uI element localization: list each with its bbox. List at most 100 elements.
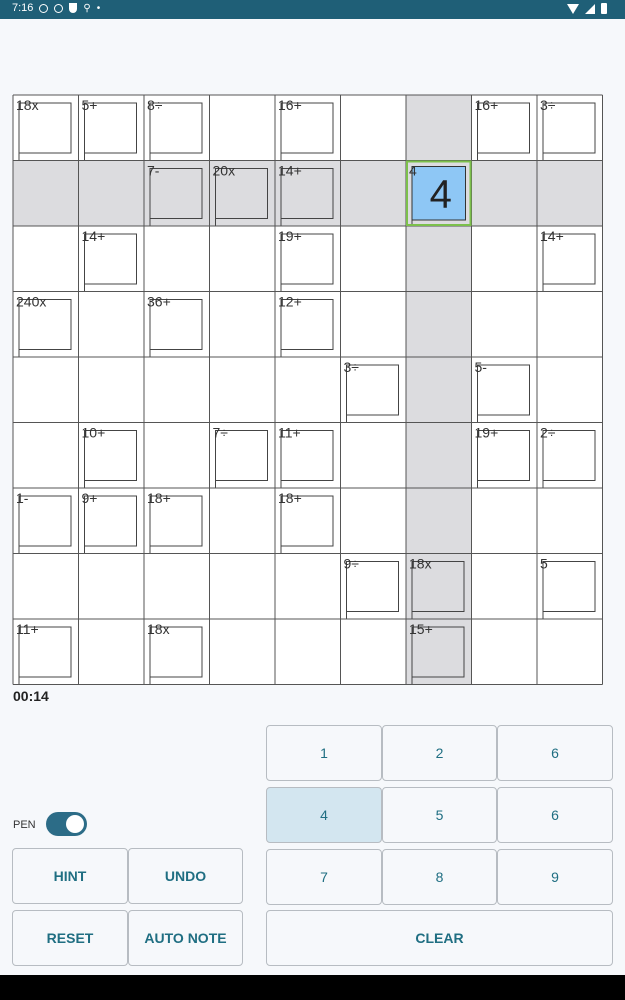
grid-cell[interactable] <box>144 554 210 620</box>
grid-cell[interactable] <box>406 357 472 423</box>
cage-label: 3÷ <box>344 359 360 375</box>
grid-cell[interactable] <box>210 619 276 685</box>
grid-cell[interactable] <box>210 488 276 554</box>
number-button[interactable]: 9 <box>497 849 613 905</box>
grid-cell[interactable] <box>472 226 538 292</box>
grid-cell[interactable] <box>341 226 407 292</box>
cage-label: 11+ <box>278 425 301 441</box>
undo-button[interactable]: UNDO <box>128 848 243 904</box>
cage-label: 5 <box>540 556 548 572</box>
grid-cell[interactable] <box>13 357 79 423</box>
grid-cell[interactable] <box>144 226 210 292</box>
grid-cell[interactable] <box>13 554 79 620</box>
cell-value: 4 <box>430 172 452 216</box>
grid-cell[interactable] <box>13 423 79 489</box>
cage-label: 4 <box>409 163 417 179</box>
grid-cell[interactable] <box>341 423 407 489</box>
grid-cell[interactable] <box>472 488 538 554</box>
toggle-knob <box>66 815 84 833</box>
cage-label: 19+ <box>475 425 499 441</box>
cage-label: 36+ <box>147 294 171 310</box>
grid-cell[interactable] <box>79 161 145 227</box>
grid-cell[interactable] <box>341 488 407 554</box>
grid-cell[interactable] <box>406 423 472 489</box>
number-button[interactable]: 6 <box>497 725 613 781</box>
cage-label: 16+ <box>475 97 499 113</box>
grid-cell[interactable] <box>79 357 145 423</box>
cage-label: 14+ <box>82 228 106 244</box>
cage-label: 5+ <box>82 97 98 113</box>
grid-cell[interactable] <box>406 226 472 292</box>
grid-cell[interactable] <box>275 619 341 685</box>
grid-cell[interactable] <box>79 554 145 620</box>
cage-label: 18x <box>16 97 39 113</box>
number-button[interactable]: 1 <box>266 725 382 781</box>
number-button[interactable]: 7 <box>266 849 382 905</box>
grid-cell[interactable] <box>472 554 538 620</box>
cage-label: 5- <box>475 359 488 375</box>
cage-label: 3÷ <box>540 97 556 113</box>
timer: 00:14 <box>13 688 49 704</box>
grid-cell[interactable] <box>210 226 276 292</box>
pen-label: PEN <box>13 819 36 831</box>
pen-toggle[interactable] <box>46 812 87 836</box>
cage-label: 7÷ <box>213 425 229 441</box>
grid-cell[interactable] <box>341 619 407 685</box>
grid-cell[interactable] <box>210 292 276 358</box>
grid-cell[interactable] <box>13 226 79 292</box>
cage-label: 19+ <box>278 228 302 244</box>
grid-cell[interactable] <box>406 95 472 161</box>
grid-cell[interactable] <box>537 357 603 423</box>
cage-label: 8÷ <box>147 97 163 113</box>
cage-label: 1- <box>16 490 29 506</box>
navigation-bar <box>0 975 625 1000</box>
grid-cell[interactable] <box>341 161 407 227</box>
grid-cell[interactable] <box>210 357 276 423</box>
grid-cell[interactable] <box>537 619 603 685</box>
puzzle-grid[interactable]: 18x 5+ 8÷ 16+ 16+ 3÷ 7- 20x 14+ 4 14+ 19+ 14+ 240x 36+… <box>0 0 625 700</box>
cage-label: 16+ <box>278 97 302 113</box>
number-button[interactable]: 4 <box>266 787 382 843</box>
grid-cell[interactable] <box>79 292 145 358</box>
hint-button[interactable]: HINT <box>12 848 128 904</box>
cage-label: 20x <box>213 163 236 179</box>
cage-label: 7- <box>147 163 160 179</box>
cage-label: 9÷ <box>344 556 360 572</box>
grid-cell[interactable] <box>144 423 210 489</box>
grid-cell[interactable] <box>13 161 79 227</box>
grid-cell[interactable] <box>406 488 472 554</box>
grid-cell[interactable] <box>341 95 407 161</box>
grid-cell[interactable] <box>472 292 538 358</box>
grid-cell[interactable] <box>275 357 341 423</box>
grid-cell[interactable] <box>210 95 276 161</box>
grid-cell[interactable] <box>406 292 472 358</box>
grid-cell[interactable] <box>472 619 538 685</box>
cage-label: 10+ <box>82 425 106 441</box>
grid-cell[interactable] <box>537 161 603 227</box>
cage-label: 240x <box>16 294 46 310</box>
number-button[interactable]: 5 <box>382 787 497 843</box>
grid-cell[interactable] <box>537 292 603 358</box>
reset-button[interactable]: RESET <box>12 910 128 966</box>
number-button[interactable]: 8 <box>382 849 497 905</box>
cage-label: 9+ <box>82 490 98 506</box>
grid-cell[interactable] <box>144 357 210 423</box>
number-button[interactable]: 6 <box>497 787 613 843</box>
cage-label: 11+ <box>16 621 39 637</box>
grid-cell[interactable] <box>79 619 145 685</box>
cage-label: 18x <box>409 556 432 572</box>
grid-cell[interactable] <box>341 292 407 358</box>
cage-label: 18+ <box>147 490 171 506</box>
grid-cell[interactable] <box>275 554 341 620</box>
cage-label: 2÷ <box>540 425 556 441</box>
cage-label: 15+ <box>409 621 433 637</box>
cage-label: 14+ <box>278 163 302 179</box>
cage-label: 12+ <box>278 294 302 310</box>
auto-note-button[interactable]: AUTO NOTE <box>128 910 243 966</box>
grid-cell[interactable] <box>537 488 603 554</box>
grid-cell[interactable] <box>210 554 276 620</box>
cage-label: 18+ <box>278 490 302 506</box>
grid-cell[interactable] <box>472 161 538 227</box>
clear-button[interactable]: CLEAR <box>266 910 613 966</box>
number-button[interactable]: 2 <box>382 725 497 781</box>
